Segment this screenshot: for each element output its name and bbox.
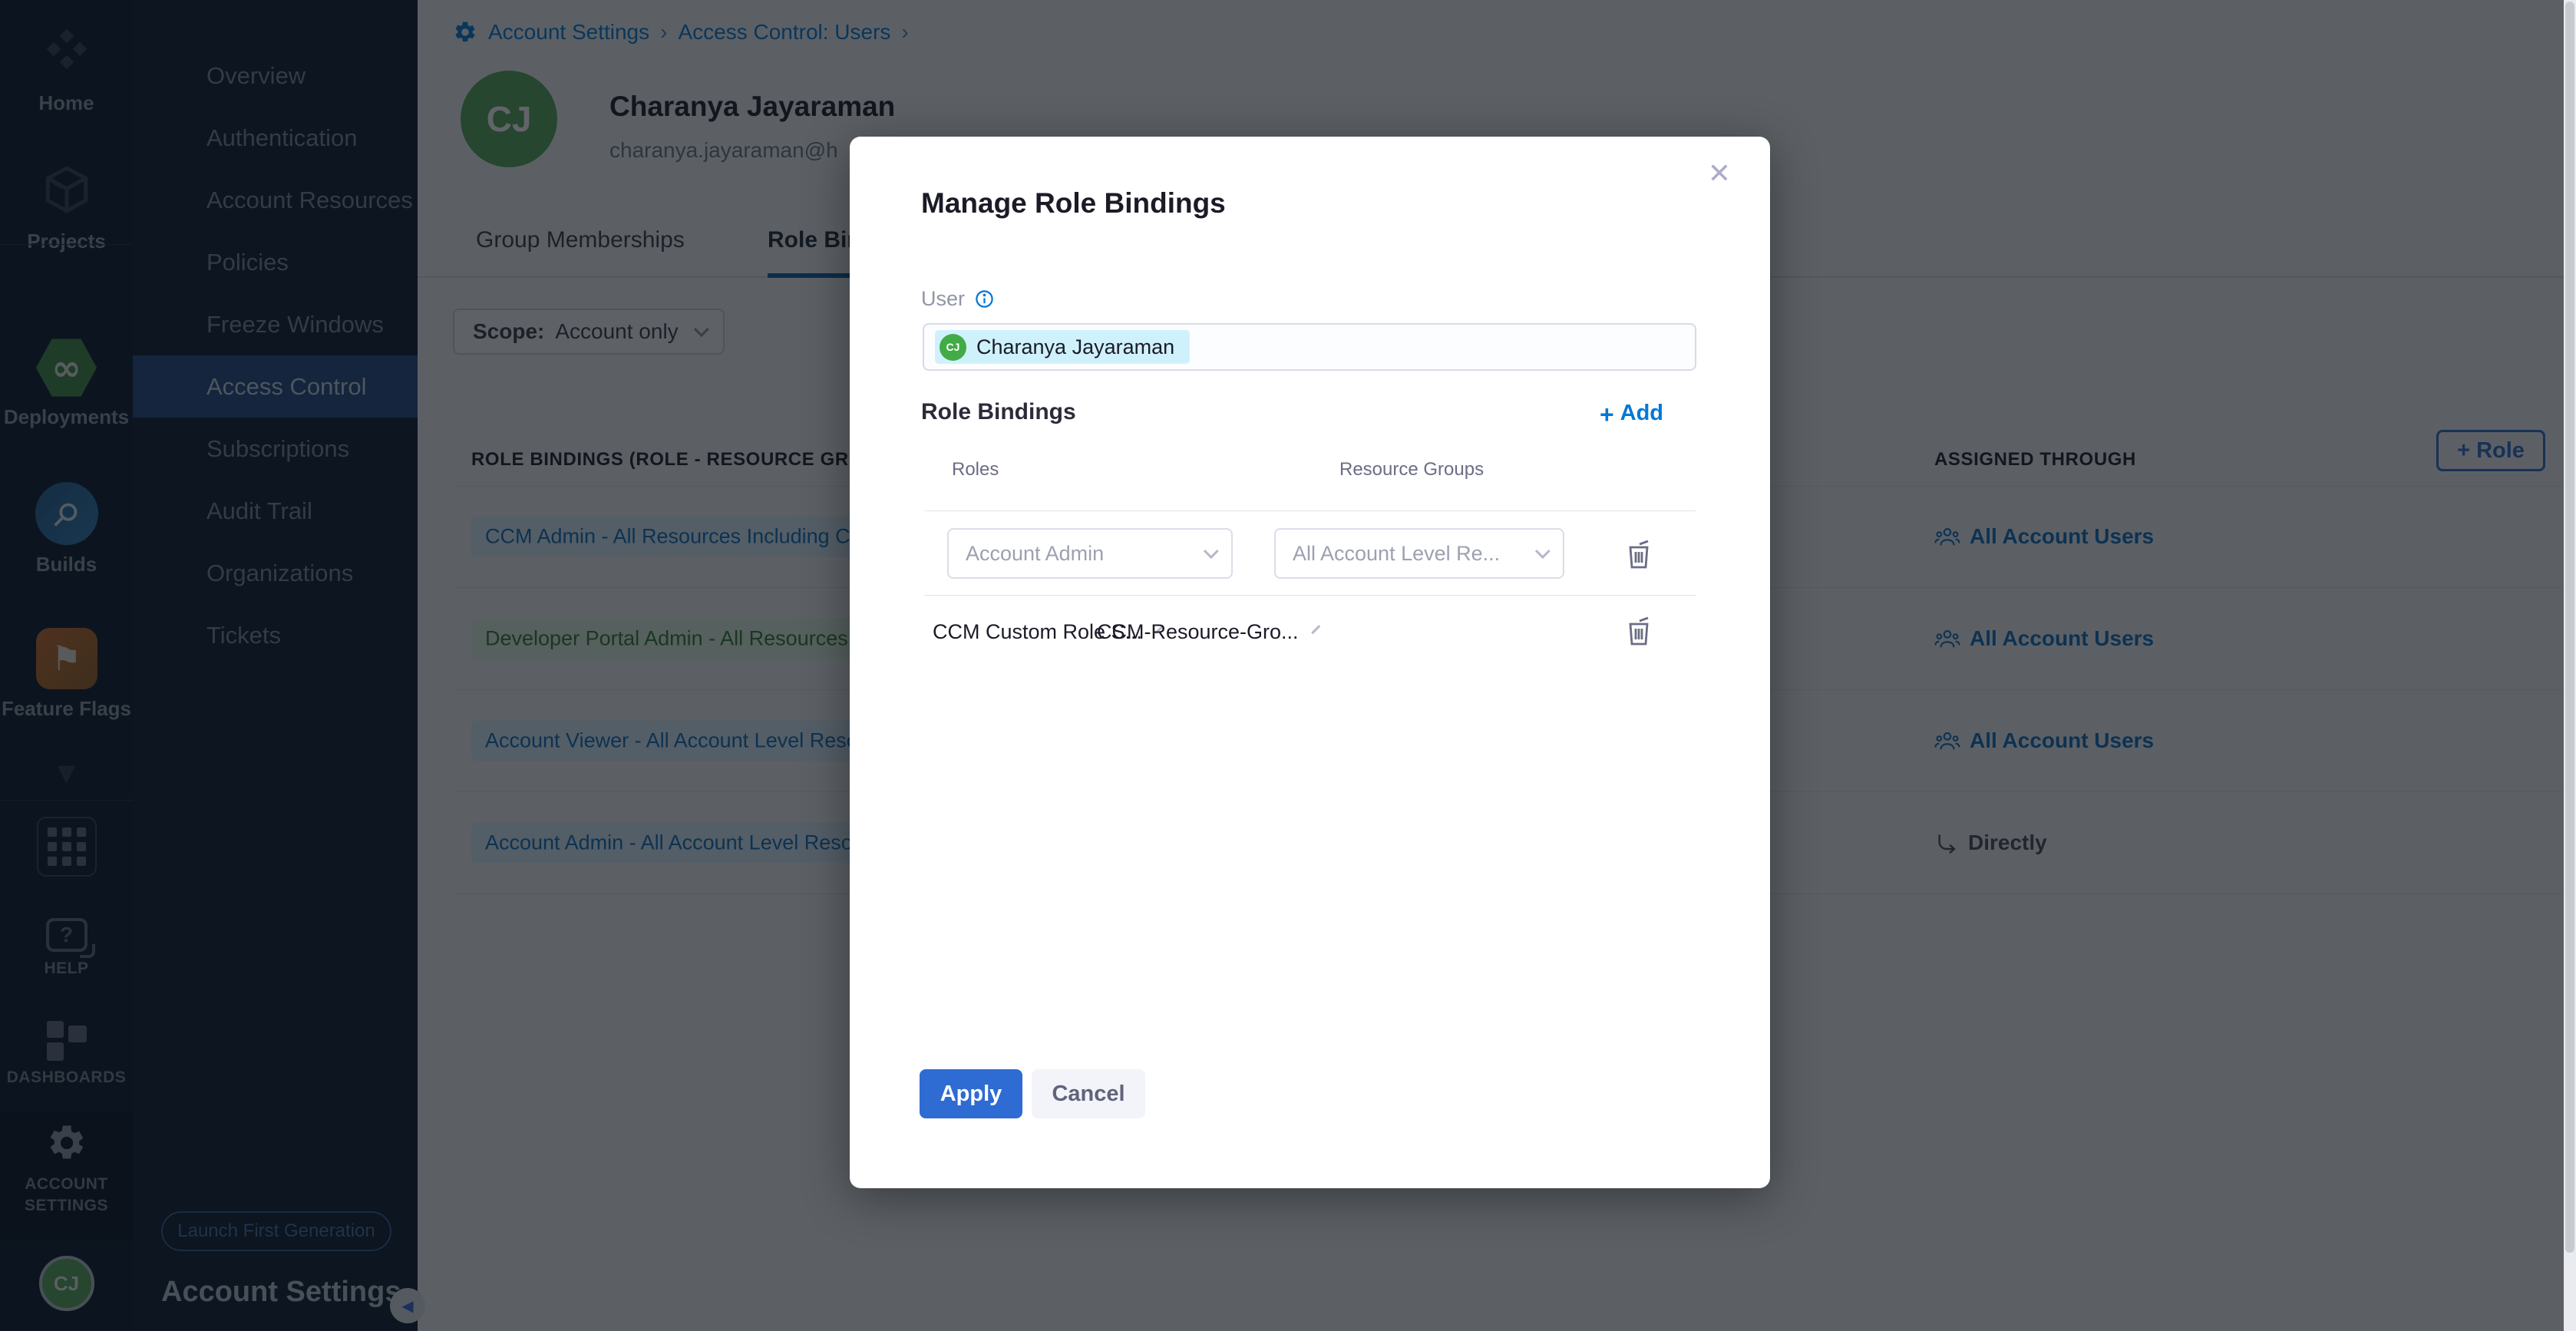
chevron-down-icon xyxy=(1311,625,1320,634)
role-select-1[interactable]: Account Admin xyxy=(947,528,1233,579)
add-role-binding-button[interactable]: + Add xyxy=(1600,401,1663,429)
role-select-1-value: Account Admin xyxy=(966,542,1104,566)
info-icon xyxy=(974,289,995,309)
close-icon[interactable]: ✕ xyxy=(1702,157,1736,190)
scrollbar-thumb[interactable] xyxy=(2565,2,2574,1253)
selected-user-name: Charanya Jayaraman xyxy=(976,335,1174,359)
user-label-text: User xyxy=(921,287,965,311)
modal-title: Manage Role Bindings xyxy=(921,187,1226,220)
modal-user-input[interactable]: CJ Charanya Jayaraman xyxy=(923,323,1696,371)
modal-column-resource-groups: Resource Groups xyxy=(1339,459,1484,481)
role-select-2[interactable]: CCM Custom Role S... xyxy=(916,606,1085,657)
manage-role-bindings-modal: ✕ Manage Role Bindings User CJ Charanya … xyxy=(850,137,1770,1188)
modal-column-roles: Roles xyxy=(952,459,999,481)
cancel-button[interactable]: Cancel xyxy=(1032,1069,1145,1118)
avatar: CJ xyxy=(940,334,966,361)
selected-user-chip: CJ Charanya Jayaraman xyxy=(935,330,1190,364)
apply-button[interactable]: Apply xyxy=(920,1069,1022,1118)
app-window: Home Projects ∞ Deployments Builds ⚑ Fea… xyxy=(0,0,2576,1331)
resource-group-select-1[interactable]: All Account Level Re... xyxy=(1274,528,1564,579)
chevron-down-icon xyxy=(1204,543,1219,559)
modal-user-label: User xyxy=(921,287,995,311)
resource-group-select-2[interactable]: CCM-Resource-Gro... xyxy=(1080,606,1249,657)
page-scrollbar[interactable] xyxy=(2564,0,2576,1331)
plus-icon: + xyxy=(1600,401,1614,429)
chevron-down-icon xyxy=(1535,543,1551,559)
delete-role-binding-1-button[interactable] xyxy=(1623,537,1654,571)
add-label: Add xyxy=(1620,401,1663,429)
resource-group-select-1-value: All Account Level Re... xyxy=(1293,542,1500,566)
modal-divider xyxy=(924,595,1696,596)
role-bindings-section-title: Role Bindings xyxy=(921,399,1076,425)
resource-group-select-2-value: CCM-Resource-Gro... xyxy=(1097,620,1299,644)
modal-divider xyxy=(924,510,1696,511)
delete-role-binding-2-button[interactable] xyxy=(1623,614,1654,648)
